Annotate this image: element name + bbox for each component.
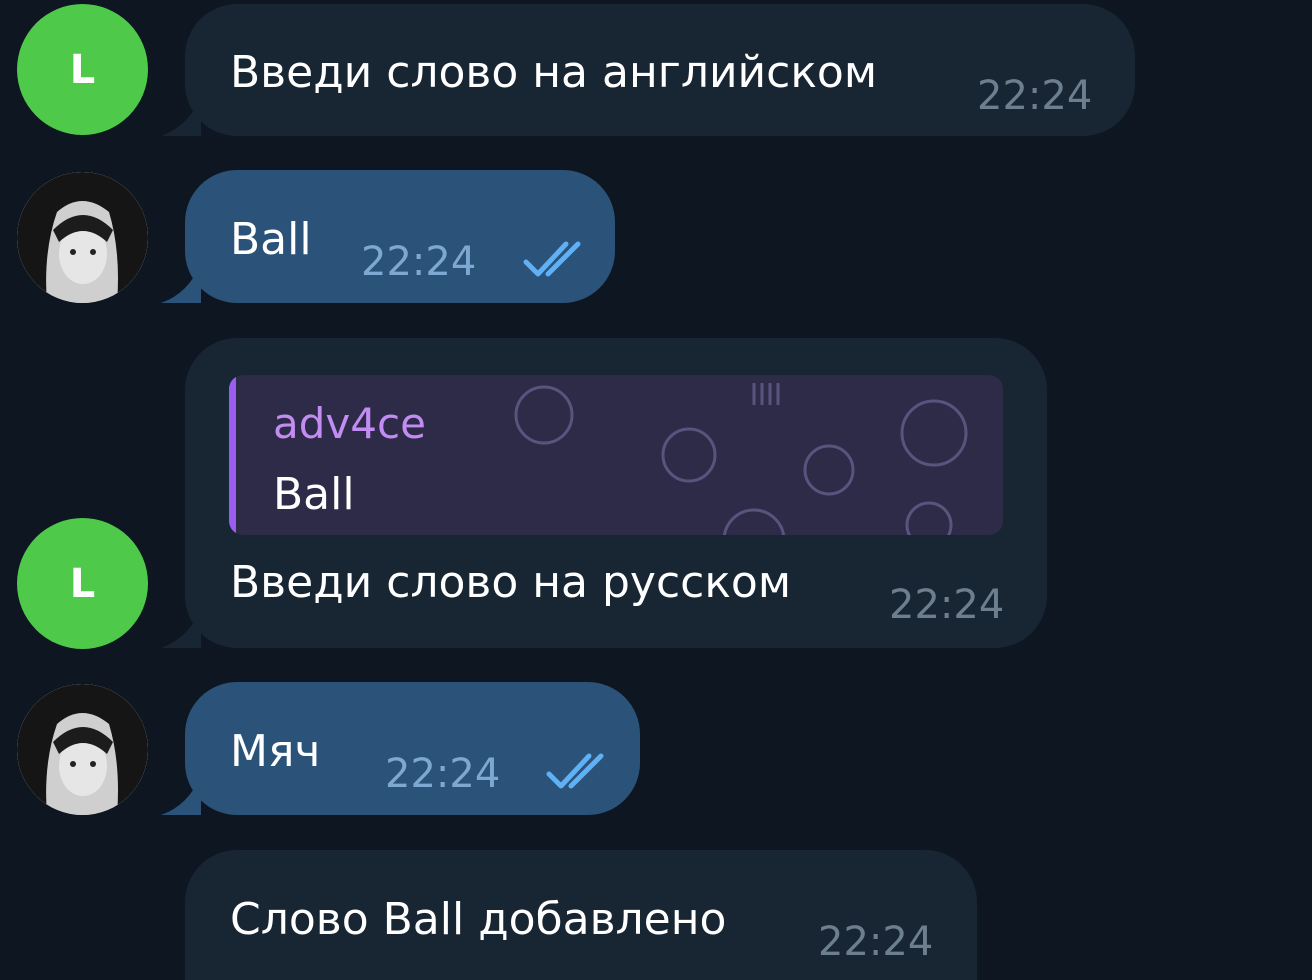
message-time: 22:24 — [385, 751, 501, 797]
message-text: Введи слово на английском — [230, 47, 878, 98]
bot-avatar-letter: L — [69, 560, 96, 607]
chat-history: L Введи слово на английском 22:24 Ball 2… — [0, 0, 1312, 980]
double-check-icon — [546, 753, 604, 789]
message-bubble-incoming[interactable]: Введи слово на английском 22:24 — [161, 4, 1135, 136]
reply-author: adv4ce — [273, 399, 426, 448]
bot-avatar[interactable]: L — [17, 518, 148, 649]
user-avatar-image — [17, 172, 148, 303]
message-bubble-outgoing[interactable]: Ball 22:24 — [161, 170, 615, 303]
message-bubble-incoming[interactable]: Слово Ball добавлено 22:24 — [185, 850, 977, 980]
message-time: 22:24 — [977, 73, 1093, 119]
message-bubble-outgoing[interactable]: Мяч 22:24 — [161, 682, 640, 815]
user-avatar[interactable] — [17, 172, 148, 303]
message-text: Введи слово на русском — [230, 557, 792, 608]
message-text: Ball — [230, 214, 312, 265]
double-check-icon — [523, 241, 581, 277]
bot-avatar-letter: L — [69, 46, 96, 93]
message-text: Мяч — [230, 726, 321, 777]
message-time: 22:24 — [818, 919, 934, 965]
reply-preview[interactable]: adv4ce Ball — [229, 375, 1003, 535]
message-time: 22:24 — [361, 239, 477, 285]
bubble-tail — [161, 96, 201, 136]
bubble-tail — [161, 263, 201, 303]
reply-text: Ball — [273, 469, 355, 520]
message-time: 22:24 — [889, 582, 1005, 628]
message-text: Слово Ball добавлено — [230, 894, 727, 945]
bubble-tail — [161, 608, 201, 648]
message-bubble-incoming[interactable]: adv4ce Ball Введи слово на русском 22:24 — [161, 338, 1047, 648]
bot-avatar[interactable]: L — [17, 4, 148, 135]
bubble-tail — [161, 775, 201, 815]
user-avatar[interactable] — [17, 684, 148, 815]
user-avatar-image — [17, 684, 148, 815]
